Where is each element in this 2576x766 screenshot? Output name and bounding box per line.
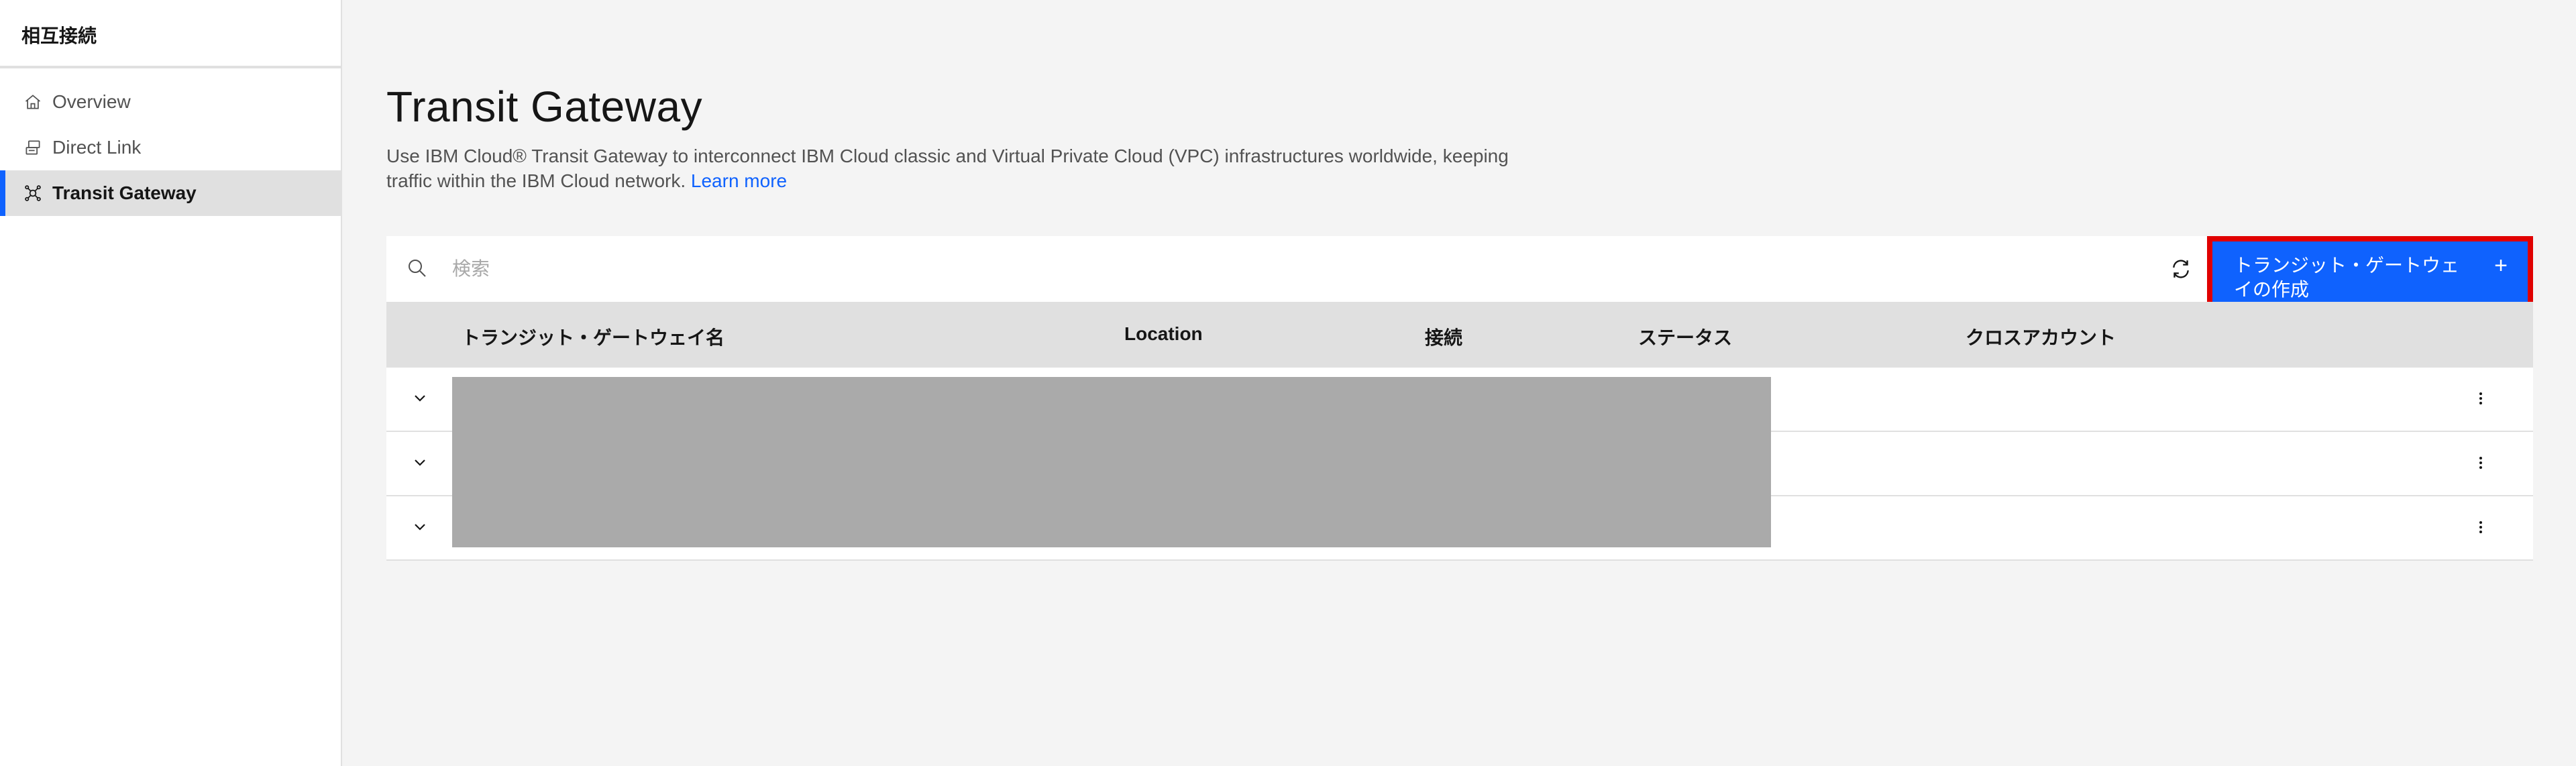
home-icon [21,91,44,113]
transit-gateway-table: トランジット・ゲートウェイ名 Location 接続 ステータス クロスアカウン… [386,302,2533,561]
column-header-cross-account[interactable]: クロスアカウント [1966,323,2116,350]
overflow-menu-icon[interactable] [2470,516,2493,539]
chevron-down-icon[interactable] [409,516,432,539]
table-toolbar: トランジット・ゲートウェイの作成 + [386,236,2533,310]
column-header-location[interactable]: Location [1124,323,1203,345]
page-description: Use IBM Cloud® Transit Gateway to interc… [386,144,1540,193]
sidebar-item-label: Overview [52,91,131,112]
sidebar-item-direct-link[interactable]: Direct Link [0,125,341,170]
chevron-down-icon[interactable] [409,388,432,411]
table-header: トランジット・ゲートウェイ名 Location 接続 ステータス クロスアカウン… [386,302,2533,368]
create-button-label: トランジット・ゲートウェイの作成 [2234,255,2460,300]
page-title: Transit Gateway [386,83,703,131]
learn-more-link[interactable]: Learn more [691,170,787,191]
create-transit-gateway-button[interactable]: トランジット・ゲートウェイの作成 + [2207,236,2533,310]
column-header-name[interactable]: トランジット・ゲートウェイ名 [462,323,724,350]
sidebar: 相互接続 Overview Direct Link Transit Gatewa… [0,0,342,766]
sidebar-item-label: Transit Gateway [52,182,197,203]
search-icon [407,258,429,280]
sidebar-title: 相互接続 [0,0,341,68]
sidebar-item-label: Direct Link [52,137,142,158]
refresh-icon[interactable] [2169,258,2194,282]
redacted-content [452,377,1771,547]
transit-gateway-icon [21,182,44,205]
column-header-status[interactable]: ステータス [1638,323,1732,350]
direct-link-icon [21,136,44,159]
sidebar-nav: Overview Direct Link Transit Gateway [0,79,341,216]
plus-icon: + [2494,253,2508,278]
overflow-menu-icon[interactable] [2470,452,2493,475]
description-text: Use IBM Cloud® Transit Gateway to interc… [386,146,1509,191]
sidebar-item-overview[interactable]: Overview [0,79,341,125]
sidebar-item-transit-gateway[interactable]: Transit Gateway [0,170,341,216]
column-header-connections[interactable]: 接続 [1425,323,1462,350]
search-input[interactable] [451,236,2463,302]
chevron-down-icon[interactable] [409,452,432,475]
overflow-menu-icon[interactable] [2470,388,2493,411]
